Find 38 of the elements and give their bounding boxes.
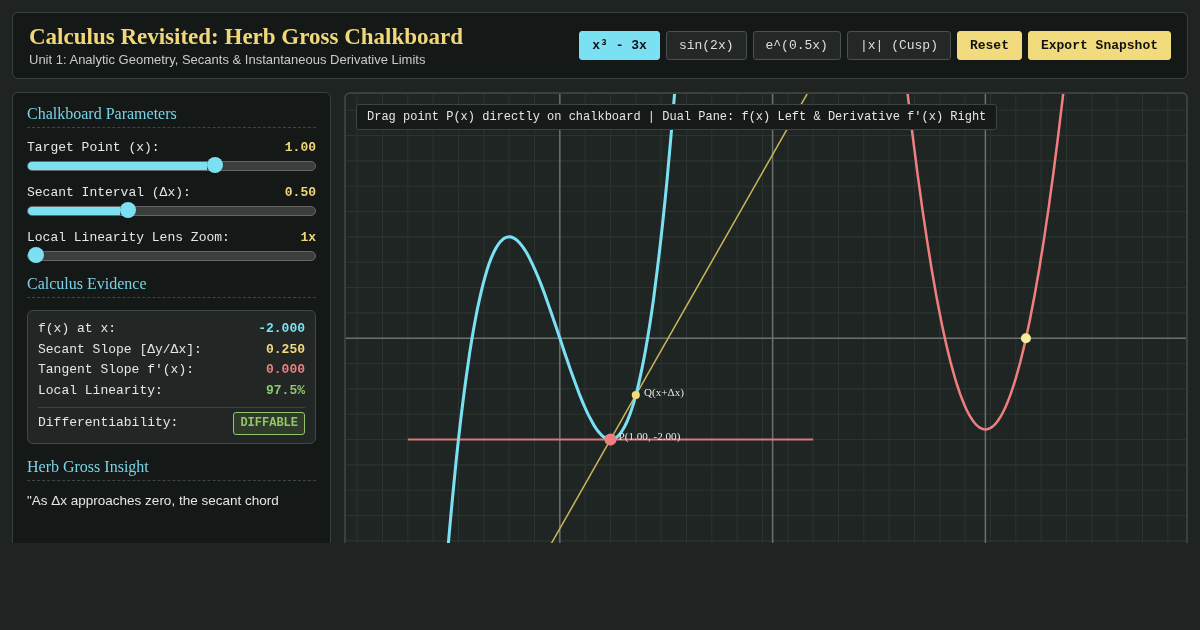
derivative-point xyxy=(1020,333,1031,344)
action-button[interactable]: Reset xyxy=(956,31,1022,60)
insight-text: "As Δx approaches zero, the secant chord xyxy=(27,492,280,508)
evidence-value: 97.5% xyxy=(266,381,305,400)
evidence-label: Differentiability: xyxy=(38,414,179,432)
chalkboard[interactable]: Drag point P(x) directly on chalkboard | Dual Pane: f(x) Left & Derivative f'(x) Right Q(x+Δx) P(1.00, -2.00) xyxy=(344,92,1188,543)
section-title: Chalkboard Parameters xyxy=(27,105,316,128)
action-button[interactable]: Export Snapshot xyxy=(1027,31,1171,60)
slider-label: Target Point (x): xyxy=(27,140,160,155)
section-title: Herb Gross Insight xyxy=(27,457,316,481)
slider-reading: 0.50 xyxy=(284,185,316,200)
slider-reading: 1.00 xyxy=(284,140,316,155)
evidence-label: Secant Slope [Δy/Δx]: xyxy=(38,340,202,359)
slider-label: Secant Interval (Δx): xyxy=(27,185,191,200)
evidence-value: -2.000 xyxy=(258,320,305,338)
evidence-label: Tangent Slope f'(x): xyxy=(38,361,195,379)
slider-thumb[interactable] xyxy=(120,202,137,218)
function-button[interactable]: x³ - 3x xyxy=(579,31,660,60)
page-subtitle: Unit 1: Analytic Geometry, Secants & Instantaneous Derivative Limits xyxy=(29,52,427,67)
slider-thumb[interactable] xyxy=(206,157,223,173)
slider-reading: 1x xyxy=(300,230,316,245)
page-title: Calculus Revisited: Herb Gross Chalkboard xyxy=(29,24,464,50)
function-button[interactable]: |x| (Cusp) xyxy=(846,31,951,60)
evidence-value: 0.000 xyxy=(266,361,305,379)
secant-point[interactable] xyxy=(631,390,640,399)
evidence-value: 0.250 xyxy=(266,340,305,359)
function-button[interactable]: sin(2x) xyxy=(665,31,747,60)
evidence-label: f(x) at x: xyxy=(38,320,116,338)
point-label: P(1.00, -2.00) xyxy=(618,429,681,442)
function-button[interactable]: e^(0.5x) xyxy=(752,31,841,60)
target-point[interactable] xyxy=(604,433,617,446)
slider-thumb[interactable] xyxy=(28,247,44,263)
evidence-label: Local Linearity: xyxy=(38,381,163,400)
point-label: Q(x+Δx) xyxy=(643,385,684,398)
status-badge: DIFFABLE xyxy=(233,412,305,435)
section-title: Calculus Evidence xyxy=(27,275,316,298)
slider-label: Local Linearity Lens Zoom: xyxy=(27,230,230,245)
hint-banner: Drag point P(x) directly on chalkboard | Dual Pane: f(x) Left & Derivative f'(x) Right xyxy=(356,104,998,130)
